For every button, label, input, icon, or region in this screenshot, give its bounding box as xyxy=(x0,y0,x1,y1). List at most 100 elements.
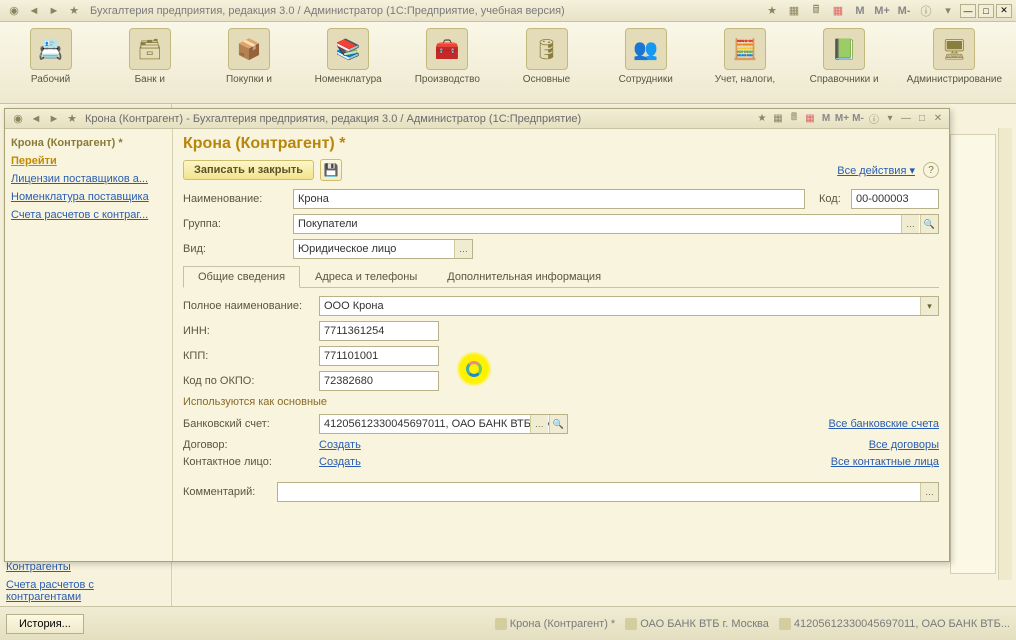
save-close-button[interactable]: Записать и закрыть xyxy=(183,160,314,180)
link-create-contact[interactable]: Создать xyxy=(319,456,361,468)
close-button[interactable]: ✕ xyxy=(996,4,1012,18)
bank-search-button[interactable]: 🔍 xyxy=(549,415,567,433)
favorite-icon[interactable]: ★ xyxy=(66,3,82,19)
tool-purchases[interactable]: 📦Покупки и xyxy=(208,28,289,103)
child-fav-icon[interactable]: ★ xyxy=(64,111,80,127)
m-icon[interactable]: M xyxy=(852,3,868,19)
calendar-icon[interactable]: ▦ xyxy=(830,3,846,19)
input-okpo[interactable] xyxy=(319,371,439,391)
input-fullname[interactable] xyxy=(319,296,939,316)
nav-goto[interactable]: Перейти xyxy=(9,153,168,169)
group-search-button[interactable]: 🔍 xyxy=(920,215,938,233)
tab-general[interactable]: Общие сведения xyxy=(183,266,300,288)
child-m-icon[interactable]: M xyxy=(819,112,833,126)
tool-bank[interactable]: 🗃Банк и xyxy=(109,28,190,103)
input-group[interactable] xyxy=(293,214,939,234)
nav-link-accounts[interactable]: Счета расчетов с контраг... xyxy=(9,207,168,223)
tab-addresses[interactable]: Адреса и телефоны xyxy=(300,266,432,288)
grid-icon[interactable]: ▦ xyxy=(786,3,802,19)
child-mm-icon[interactable]: M- xyxy=(851,112,865,126)
label-bank: Банковский счет: xyxy=(183,418,313,430)
child-app-icon: ◉ xyxy=(10,111,26,127)
link-all-contracts[interactable]: Все договоры xyxy=(869,439,939,451)
link-create-contract[interactable]: Создать xyxy=(319,439,361,451)
input-name[interactable] xyxy=(293,189,805,209)
child-calc-icon[interactable]: 🖩 xyxy=(787,112,801,126)
label-okpo: Код по ОКПО: xyxy=(183,375,313,387)
child-nav-back-icon[interactable]: ◄ xyxy=(28,111,44,127)
type-select-button[interactable]: … xyxy=(454,240,472,258)
link-all-contacts[interactable]: Все контактные лица xyxy=(831,456,939,468)
input-code[interactable] xyxy=(851,189,939,209)
tab-extra[interactable]: Дополнительная информация xyxy=(432,266,616,288)
nav-link-licenses[interactable]: Лицензии поставщиков а... xyxy=(9,171,168,187)
label-name: Наименование: xyxy=(183,193,287,205)
tabs: Общие сведения Адреса и телефоны Дополни… xyxy=(183,265,939,288)
tool-assets[interactable]: 🛢Основные xyxy=(506,28,587,103)
tool-admin[interactable]: 🖥Администрирование xyxy=(903,28,1006,103)
tool-taxes[interactable]: 🧮Учет, налоги, xyxy=(704,28,785,103)
dropdown-icon[interactable]: ▾ xyxy=(940,3,956,19)
all-actions-link[interactable]: Все действия ▾ xyxy=(837,164,915,177)
m-minus-icon[interactable]: M- xyxy=(896,3,912,19)
status-item-0[interactable]: Крона (Контрагент) * xyxy=(495,618,615,630)
child-title: Крона (Контрагент) - Бухгалтерия предпри… xyxy=(85,113,755,125)
fullname-drop-button[interactable]: ▾ xyxy=(920,297,938,315)
purchases-icon: 📦 xyxy=(228,28,270,70)
input-type[interactable] xyxy=(293,239,473,259)
main-title: Бухгалтерия предприятия, редакция 3.0 / … xyxy=(90,5,762,17)
minimize-button[interactable]: — xyxy=(960,4,976,18)
child-cal-icon[interactable]: ▦ xyxy=(803,112,817,126)
child-min-button[interactable]: — xyxy=(899,112,913,126)
outer-scrollbar[interactable] xyxy=(998,128,1012,580)
form-toolbar: Записать и закрыть 💾 Все действия ▾ ? xyxy=(183,159,939,181)
calc-icon[interactable]: 🖩 xyxy=(808,3,824,19)
help-icon[interactable]: ? xyxy=(923,162,939,178)
tool-nomenclature[interactable]: 📚Номенклатура xyxy=(308,28,389,103)
group-select-button[interactable]: … xyxy=(901,215,919,233)
input-kpp[interactable] xyxy=(319,346,439,366)
tool-workdesk[interactable]: 📇Рабочий xyxy=(10,28,91,103)
status-item-1[interactable]: ОАО БАНК ВТБ г. Москва xyxy=(625,618,769,630)
floppy-icon: 💾 xyxy=(324,163,339,177)
nav-back-icon[interactable]: ◄ xyxy=(26,3,42,19)
child-drop-icon[interactable]: ▾ xyxy=(883,112,897,126)
bank-icon: 🗃 xyxy=(129,28,171,70)
history-button[interactable]: История... xyxy=(6,614,84,634)
maximize-button[interactable]: □ xyxy=(978,4,994,18)
m-plus-icon[interactable]: M+ xyxy=(874,3,890,19)
status-icon xyxy=(625,618,637,630)
tool-refs[interactable]: 📗Справочники и xyxy=(804,28,885,103)
input-inn[interactable] xyxy=(319,321,439,341)
child-star-icon[interactable]: ★ xyxy=(755,112,769,126)
tool-staff[interactable]: 👥Сотрудники xyxy=(605,28,686,103)
main-titlebar: ◉ ◄ ► ★ Бухгалтерия предприятия, редакци… xyxy=(0,0,1016,22)
bank-select-button[interactable]: … xyxy=(530,415,548,433)
tool-production[interactable]: 🧰Производство xyxy=(407,28,488,103)
ghost-content xyxy=(950,128,1012,580)
back-link-accounts[interactable]: Счета расчетов с контрагентами xyxy=(4,576,172,606)
child-close-button[interactable]: ✕ xyxy=(931,112,945,126)
child-mp-icon[interactable]: M+ xyxy=(835,112,849,126)
nav-fwd-icon[interactable]: ► xyxy=(46,3,62,19)
child-nav-fwd-icon[interactable]: ► xyxy=(46,111,62,127)
child-grid-icon[interactable]: ▦ xyxy=(771,112,785,126)
form-area: Крона (Контрагент) * Записать и закрыть … xyxy=(173,129,949,561)
label-inn: ИНН: xyxy=(183,325,313,337)
nav-link-nomenclature[interactable]: Номенклатура поставщика xyxy=(9,189,168,205)
status-item-2[interactable]: 41205612330045697011, ОАО БАНК ВТБ... xyxy=(779,618,1010,630)
info-icon[interactable]: ⓘ xyxy=(918,3,934,19)
input-comment[interactable] xyxy=(277,482,939,502)
child-info-icon[interactable]: ⓘ xyxy=(867,112,881,126)
admin-icon: 🖥 xyxy=(933,28,975,70)
comment-edit-button[interactable]: … xyxy=(920,483,938,501)
link-all-accounts[interactable]: Все банковские счета xyxy=(828,418,939,430)
staff-icon: 👥 xyxy=(625,28,667,70)
taxes-icon: 🧮 xyxy=(724,28,766,70)
spinner-icon xyxy=(466,361,482,377)
save-button[interactable]: 💾 xyxy=(320,159,342,181)
star-icon[interactable]: ★ xyxy=(764,3,780,19)
child-max-button[interactable]: □ xyxy=(915,112,929,126)
label-code: Код: xyxy=(819,193,845,205)
label-contact: Контактное лицо: xyxy=(183,456,313,468)
